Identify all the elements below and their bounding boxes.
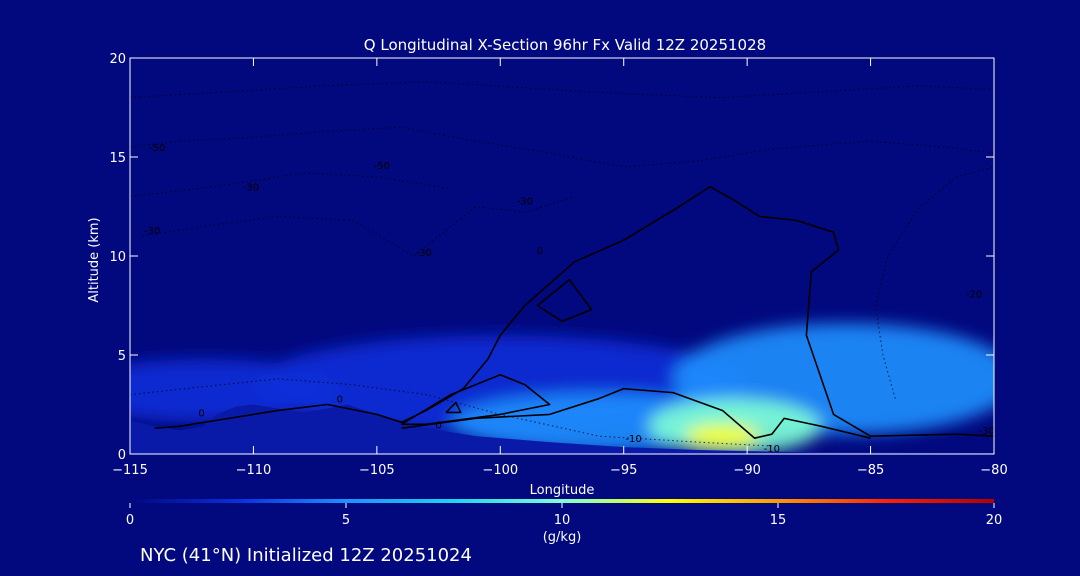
contour-dotted <box>130 81 994 99</box>
colorbar-tick-label: 5 <box>342 513 350 528</box>
contour-label: -30 <box>978 426 994 437</box>
x-tick-label: −110 <box>236 463 272 478</box>
colorbar-tick-label: 15 <box>770 513 787 528</box>
contour-label: 0 <box>537 246 543 257</box>
moisture-cell <box>685 424 760 449</box>
x-axis-label: Longitude <box>530 483 595 498</box>
chart-title: Q Longitudinal X-Section 96hr Fx Valid 1… <box>364 36 766 54</box>
y-tick-label: 20 <box>109 52 126 67</box>
x-tick-label: −85 <box>857 463 884 478</box>
contour-label: 0 <box>435 420 441 431</box>
colorbar-tick-label: 0 <box>126 513 134 528</box>
colorbar <box>130 499 994 503</box>
contour-label: -50 <box>374 161 390 172</box>
colorbar-label: (g/kg) <box>543 530 582 545</box>
contour-label: -30 <box>144 226 160 237</box>
contour-dotted <box>142 196 575 257</box>
contour-label: 0 <box>198 408 204 419</box>
x-tick-label: −105 <box>359 463 395 478</box>
y-tick-label: 5 <box>118 349 126 364</box>
plot-area: 0 0 0 0 -10 -10 -30 -30 -50 -50 -30 -30 -20 -30 <box>130 81 994 455</box>
contour-label: -30 <box>416 248 432 259</box>
contour-label: -10 <box>625 434 641 445</box>
y-tick-label: 0 <box>118 448 126 463</box>
colorbar-tick-label: 10 <box>554 513 571 528</box>
cross-section-chart: Q Longitudinal X-Section 96hr Fx Valid 1… <box>87 36 1008 566</box>
contour-label: -20 <box>966 290 982 301</box>
station-init-label: NYC (41°N) Initialized 12Z 20251024 <box>140 545 472 566</box>
x-tick-label: −95 <box>610 463 637 478</box>
x-tick-label: −80 <box>980 463 1007 478</box>
x-tick-label: −100 <box>482 463 518 478</box>
y-tick-label: 10 <box>109 250 126 265</box>
colorbar-ticks: 0 5 10 15 20 <box>126 503 1002 528</box>
contour-label: -30 <box>243 183 259 194</box>
contour-label: 0 <box>337 395 343 406</box>
colorbar-tick-label: 20 <box>986 513 1003 528</box>
contour-dotted <box>130 126 994 168</box>
contour-label: -50 <box>149 143 165 154</box>
x-tick-label: −90 <box>733 463 760 478</box>
x-tick-label: −115 <box>112 463 148 478</box>
contour-solid <box>536 278 593 323</box>
y-tick-label: 15 <box>109 151 126 166</box>
y-axis-label: Altitude (km) <box>87 217 102 302</box>
contour-label: -10 <box>764 444 780 455</box>
contour-label: -30 <box>517 197 533 208</box>
contour-dotted <box>130 172 451 198</box>
